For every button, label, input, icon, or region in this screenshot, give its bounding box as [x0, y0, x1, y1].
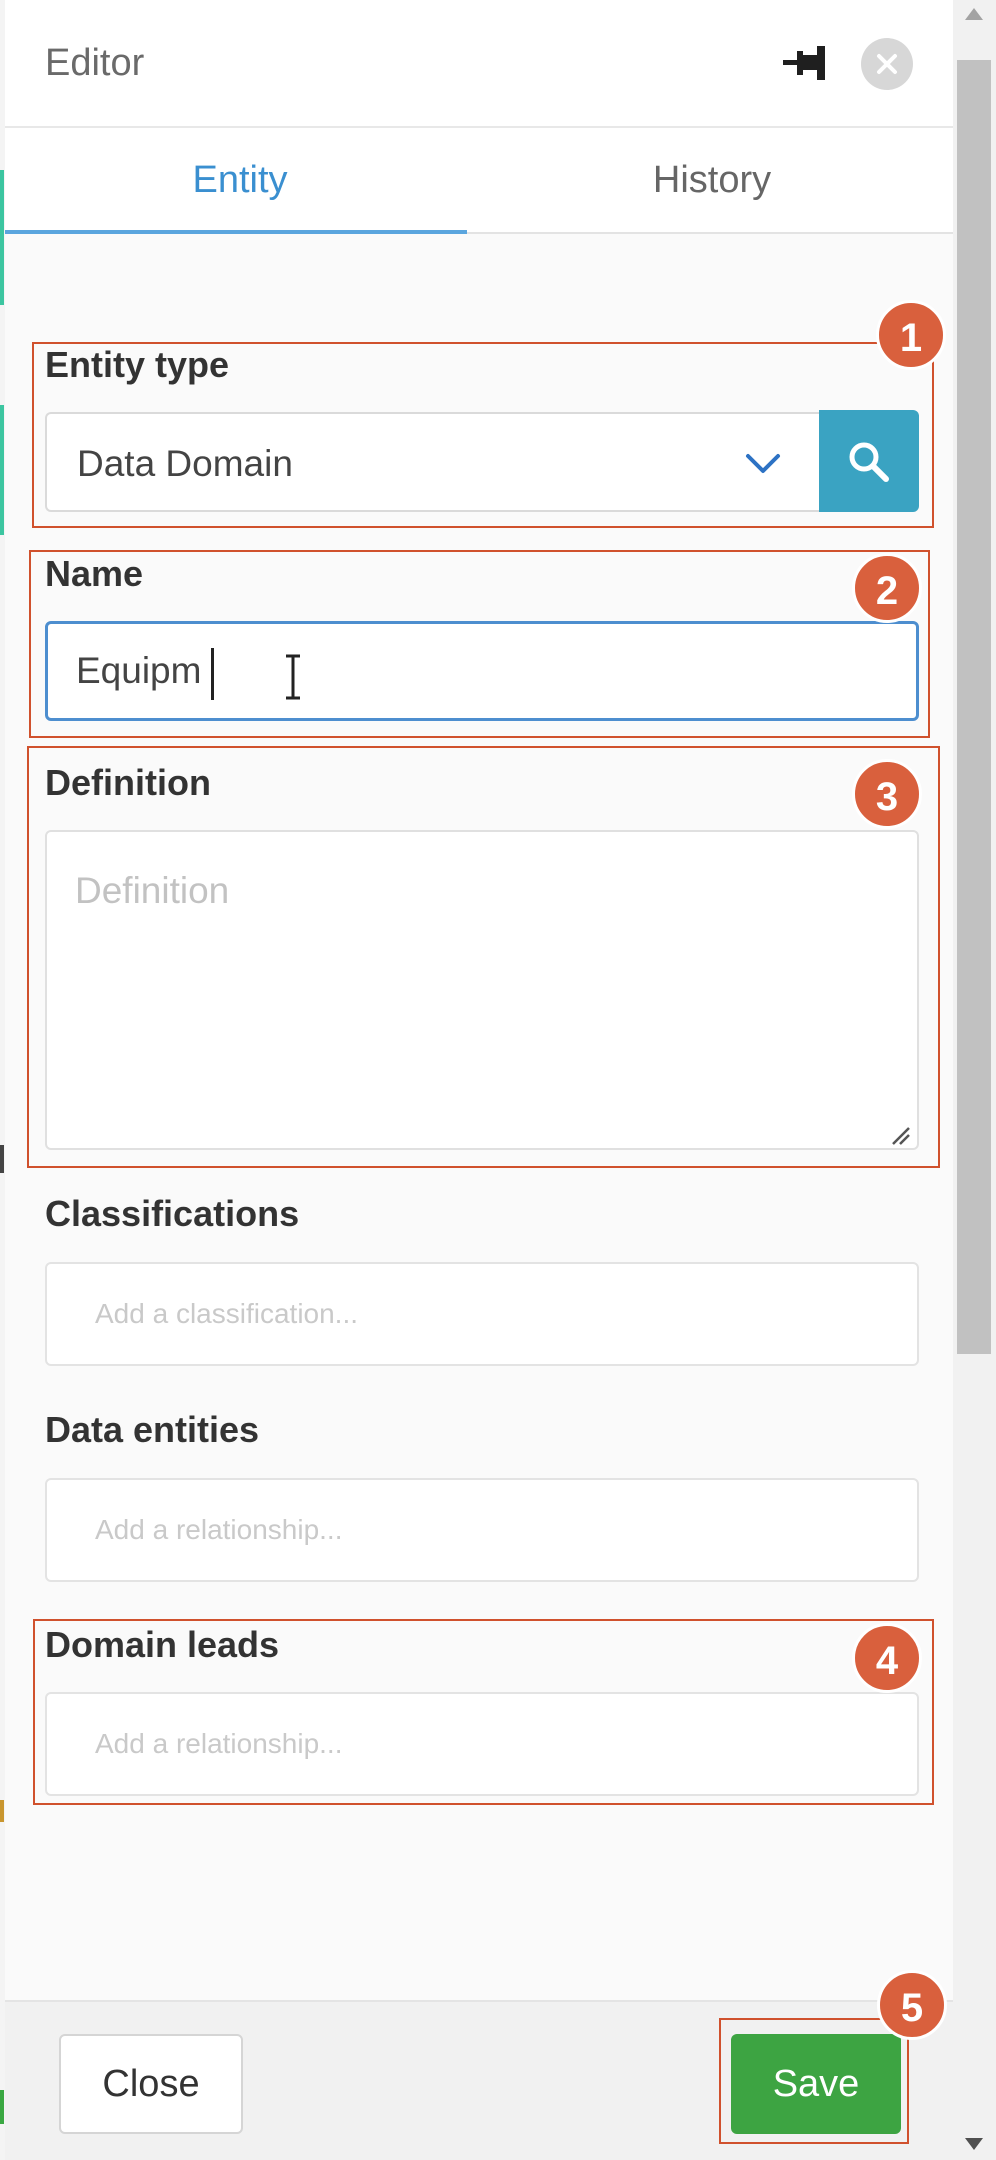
background-app-mark	[0, 1800, 4, 1822]
callout-box-entity-type	[32, 342, 934, 528]
callout-badge-3: 3	[852, 759, 922, 829]
editor-title: Editor	[45, 42, 145, 84]
callout-badge-1: 1	[876, 300, 946, 370]
callout-box-name	[29, 550, 930, 738]
classification-input[interactable]	[45, 1262, 919, 1366]
data-entities-label: Data entities	[45, 1409, 260, 1450]
background-app-mark	[0, 170, 4, 305]
background-app-mark	[0, 405, 4, 535]
callout-badge-5: 5	[877, 1970, 947, 2040]
editor-header: Editor	[5, 0, 953, 128]
data-entities-input[interactable]	[45, 1478, 919, 1582]
editor-tabs: Entity History	[5, 128, 953, 234]
scrollbar-thumb[interactable]	[957, 60, 991, 1354]
scroll-up-arrow-icon[interactable]	[965, 8, 983, 20]
callout-box-definition	[27, 746, 940, 1168]
callout-badge-2: 2	[852, 553, 922, 623]
callout-badge-4: 4	[852, 1623, 922, 1693]
background-app-mark	[0, 2090, 4, 2124]
tab-history[interactable]: History	[477, 128, 947, 232]
close-icon[interactable]	[861, 38, 913, 90]
scroll-down-arrow-icon[interactable]	[965, 2138, 983, 2150]
classifications-label: Classifications	[45, 1193, 300, 1234]
close-button[interactable]: Close	[59, 2034, 243, 2134]
tab-entity[interactable]: Entity	[5, 128, 475, 234]
background-app-mark	[0, 1145, 4, 1173]
vertical-scrollbar[interactable]	[953, 0, 996, 2160]
pin-icon[interactable]	[783, 40, 829, 86]
callout-box-save	[719, 2018, 909, 2144]
callout-box-domain-leads	[33, 1619, 934, 1805]
